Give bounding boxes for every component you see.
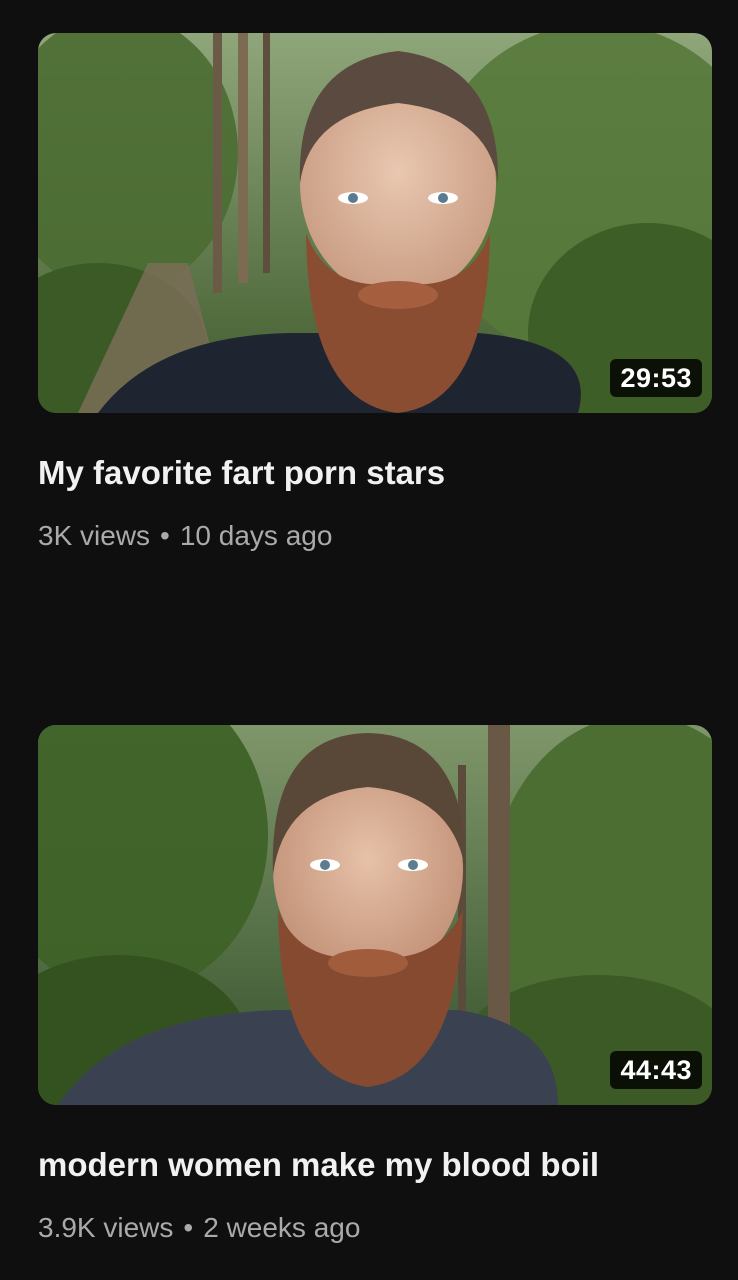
- video-metadata: 3.9K views • 2 weeks ago: [38, 1211, 712, 1245]
- video-card[interactable]: 29:53 My favorite fart porn stars 3K vie…: [38, 33, 712, 553]
- meta-separator: •: [160, 520, 170, 551]
- upload-age: 2 weeks ago: [203, 1212, 361, 1243]
- video-thumbnail[interactable]: 44:43: [38, 725, 712, 1105]
- video-thumbnail-image: [38, 725, 712, 1105]
- duration-badge: 29:53: [610, 359, 702, 397]
- meta-separator: •: [183, 1212, 194, 1243]
- duration-badge: 44:43: [610, 1051, 702, 1089]
- view-count: 3K views: [38, 520, 151, 551]
- video-thumbnail[interactable]: 29:53: [38, 33, 712, 413]
- video-thumbnail-image: [38, 33, 712, 413]
- video-card[interactable]: 44:43 modern women make my blood boil 3.…: [38, 725, 712, 1245]
- upload-age: 10 days ago: [179, 520, 333, 551]
- video-title[interactable]: My favorite fart porn stars: [38, 453, 712, 493]
- video-title[interactable]: modern women make my blood boil: [38, 1145, 712, 1185]
- video-metadata: 3K views • 10 days ago: [38, 519, 712, 553]
- view-count: 3.9K views: [38, 1212, 174, 1243]
